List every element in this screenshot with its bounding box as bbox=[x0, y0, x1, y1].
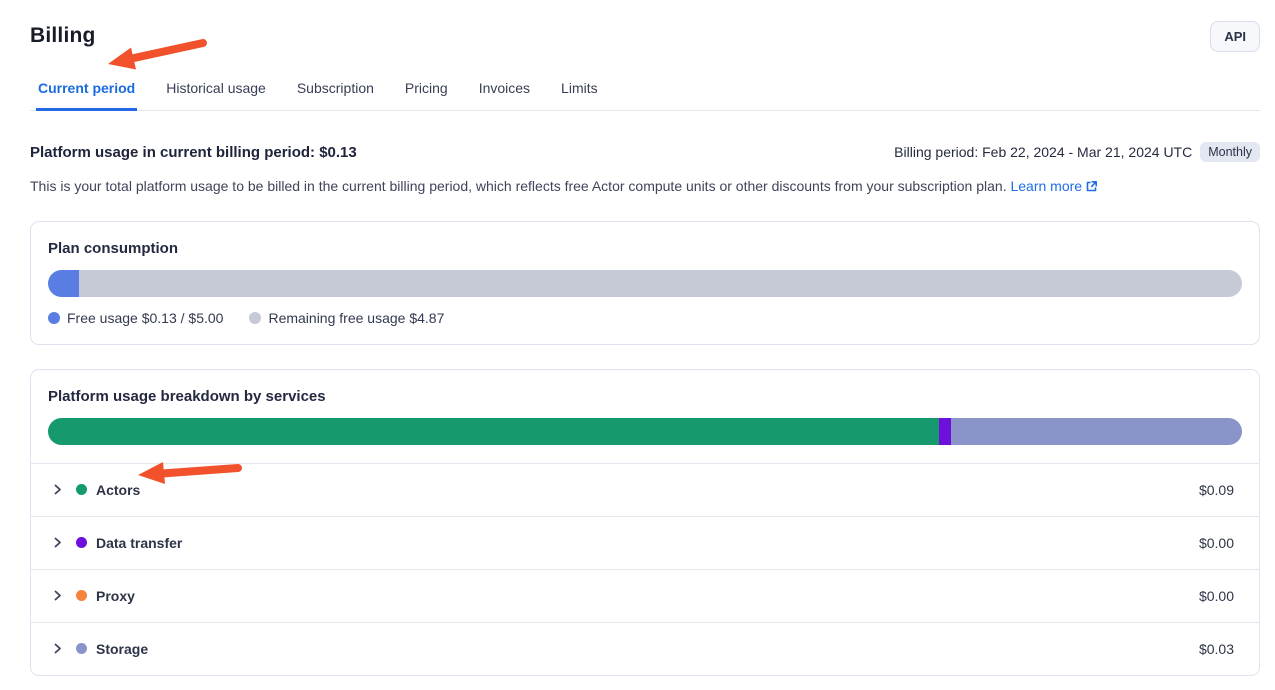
usage-breakdown-title: Platform usage breakdown by services bbox=[48, 388, 1242, 405]
tab-current-period[interactable]: Current period bbox=[36, 74, 137, 111]
billing-period-wrap: Billing period: Feb 22, 2024 - Mar 21, 2… bbox=[894, 142, 1260, 162]
external-link-icon bbox=[1085, 180, 1098, 193]
data-transfer-color-dot bbox=[76, 537, 87, 548]
proxy-color-dot bbox=[76, 590, 87, 601]
service-value: $0.00 bbox=[1199, 535, 1234, 551]
service-row-storage[interactable]: Storage $0.03 bbox=[31, 622, 1259, 675]
tab-limits[interactable]: Limits bbox=[559, 74, 600, 111]
chevron-right-icon[interactable] bbox=[51, 536, 64, 549]
usage-breakdown-bar bbox=[48, 418, 1242, 445]
free-usage-bar-segment bbox=[48, 270, 79, 297]
usage-breakdown-card: Platform usage breakdown by services Act… bbox=[30, 369, 1260, 676]
plan-consumption-card: Plan consumption Free usage $0.13 / $5.0… bbox=[30, 221, 1260, 345]
service-label: Actors bbox=[96, 482, 140, 498]
remaining-usage-dot bbox=[249, 312, 261, 324]
service-label: Storage bbox=[96, 641, 148, 657]
service-rows: Actors $0.09 Data transfer $0.00 Proxy $… bbox=[31, 463, 1259, 675]
remaining-usage-label: Remaining free usage $4.87 bbox=[268, 310, 444, 326]
actors-color-dot bbox=[76, 484, 87, 495]
api-button[interactable]: API bbox=[1210, 21, 1260, 52]
plan-consumption-legend: Free usage $0.13 / $5.00 Remaining free … bbox=[48, 310, 1242, 326]
service-row-data-transfer[interactable]: Data transfer $0.00 bbox=[31, 516, 1259, 569]
tab-pricing[interactable]: Pricing bbox=[403, 74, 450, 111]
service-value: $0.09 bbox=[1199, 482, 1234, 498]
page-title: Billing bbox=[30, 24, 1260, 48]
page-header: Billing API bbox=[30, 0, 1260, 48]
usage-description: This is your total platform usage to be … bbox=[30, 177, 1260, 197]
service-row-proxy[interactable]: Proxy $0.00 bbox=[31, 569, 1259, 622]
plan-consumption-bar bbox=[48, 270, 1242, 297]
tab-historical-usage[interactable]: Historical usage bbox=[164, 74, 268, 111]
billing-cycle-badge: Monthly bbox=[1200, 142, 1260, 162]
tab-subscription[interactable]: Subscription bbox=[295, 74, 376, 111]
service-row-actors[interactable]: Actors $0.09 bbox=[31, 463, 1259, 516]
service-label: Proxy bbox=[96, 588, 135, 604]
legend-item-free-usage: Free usage $0.13 / $5.00 bbox=[48, 310, 223, 326]
actors-bar-segment bbox=[48, 418, 939, 445]
service-label: Data transfer bbox=[96, 535, 182, 551]
legend-item-remaining-usage: Remaining free usage $4.87 bbox=[249, 310, 444, 326]
service-value: $0.00 bbox=[1199, 588, 1234, 604]
usage-summary-heading: Platform usage in current billing period… bbox=[30, 144, 357, 161]
free-usage-dot bbox=[48, 312, 60, 324]
plan-consumption-title: Plan consumption bbox=[48, 240, 1242, 257]
service-value: $0.03 bbox=[1199, 641, 1234, 657]
remaining-usage-bar-segment bbox=[79, 270, 1242, 297]
billing-period-text: Billing period: Feb 22, 2024 - Mar 21, 2… bbox=[894, 144, 1192, 160]
usage-description-text: This is your total platform usage to be … bbox=[30, 178, 1007, 194]
data-transfer-bar-segment bbox=[939, 418, 951, 445]
chevron-right-icon[interactable] bbox=[51, 483, 64, 496]
chevron-right-icon[interactable] bbox=[51, 589, 64, 602]
learn-more-link[interactable]: Learn more bbox=[1010, 178, 1098, 194]
billing-page: Billing API Current period Historical us… bbox=[0, 0, 1275, 690]
tab-invoices[interactable]: Invoices bbox=[477, 74, 532, 111]
usage-summary-row: Platform usage in current billing period… bbox=[30, 142, 1260, 162]
chevron-right-icon[interactable] bbox=[51, 642, 64, 655]
storage-color-dot bbox=[76, 643, 87, 654]
storage-bar-segment bbox=[951, 418, 1242, 445]
free-usage-label: Free usage $0.13 / $5.00 bbox=[67, 310, 223, 326]
billing-tabs: Current period Historical usage Subscrip… bbox=[30, 74, 1260, 111]
